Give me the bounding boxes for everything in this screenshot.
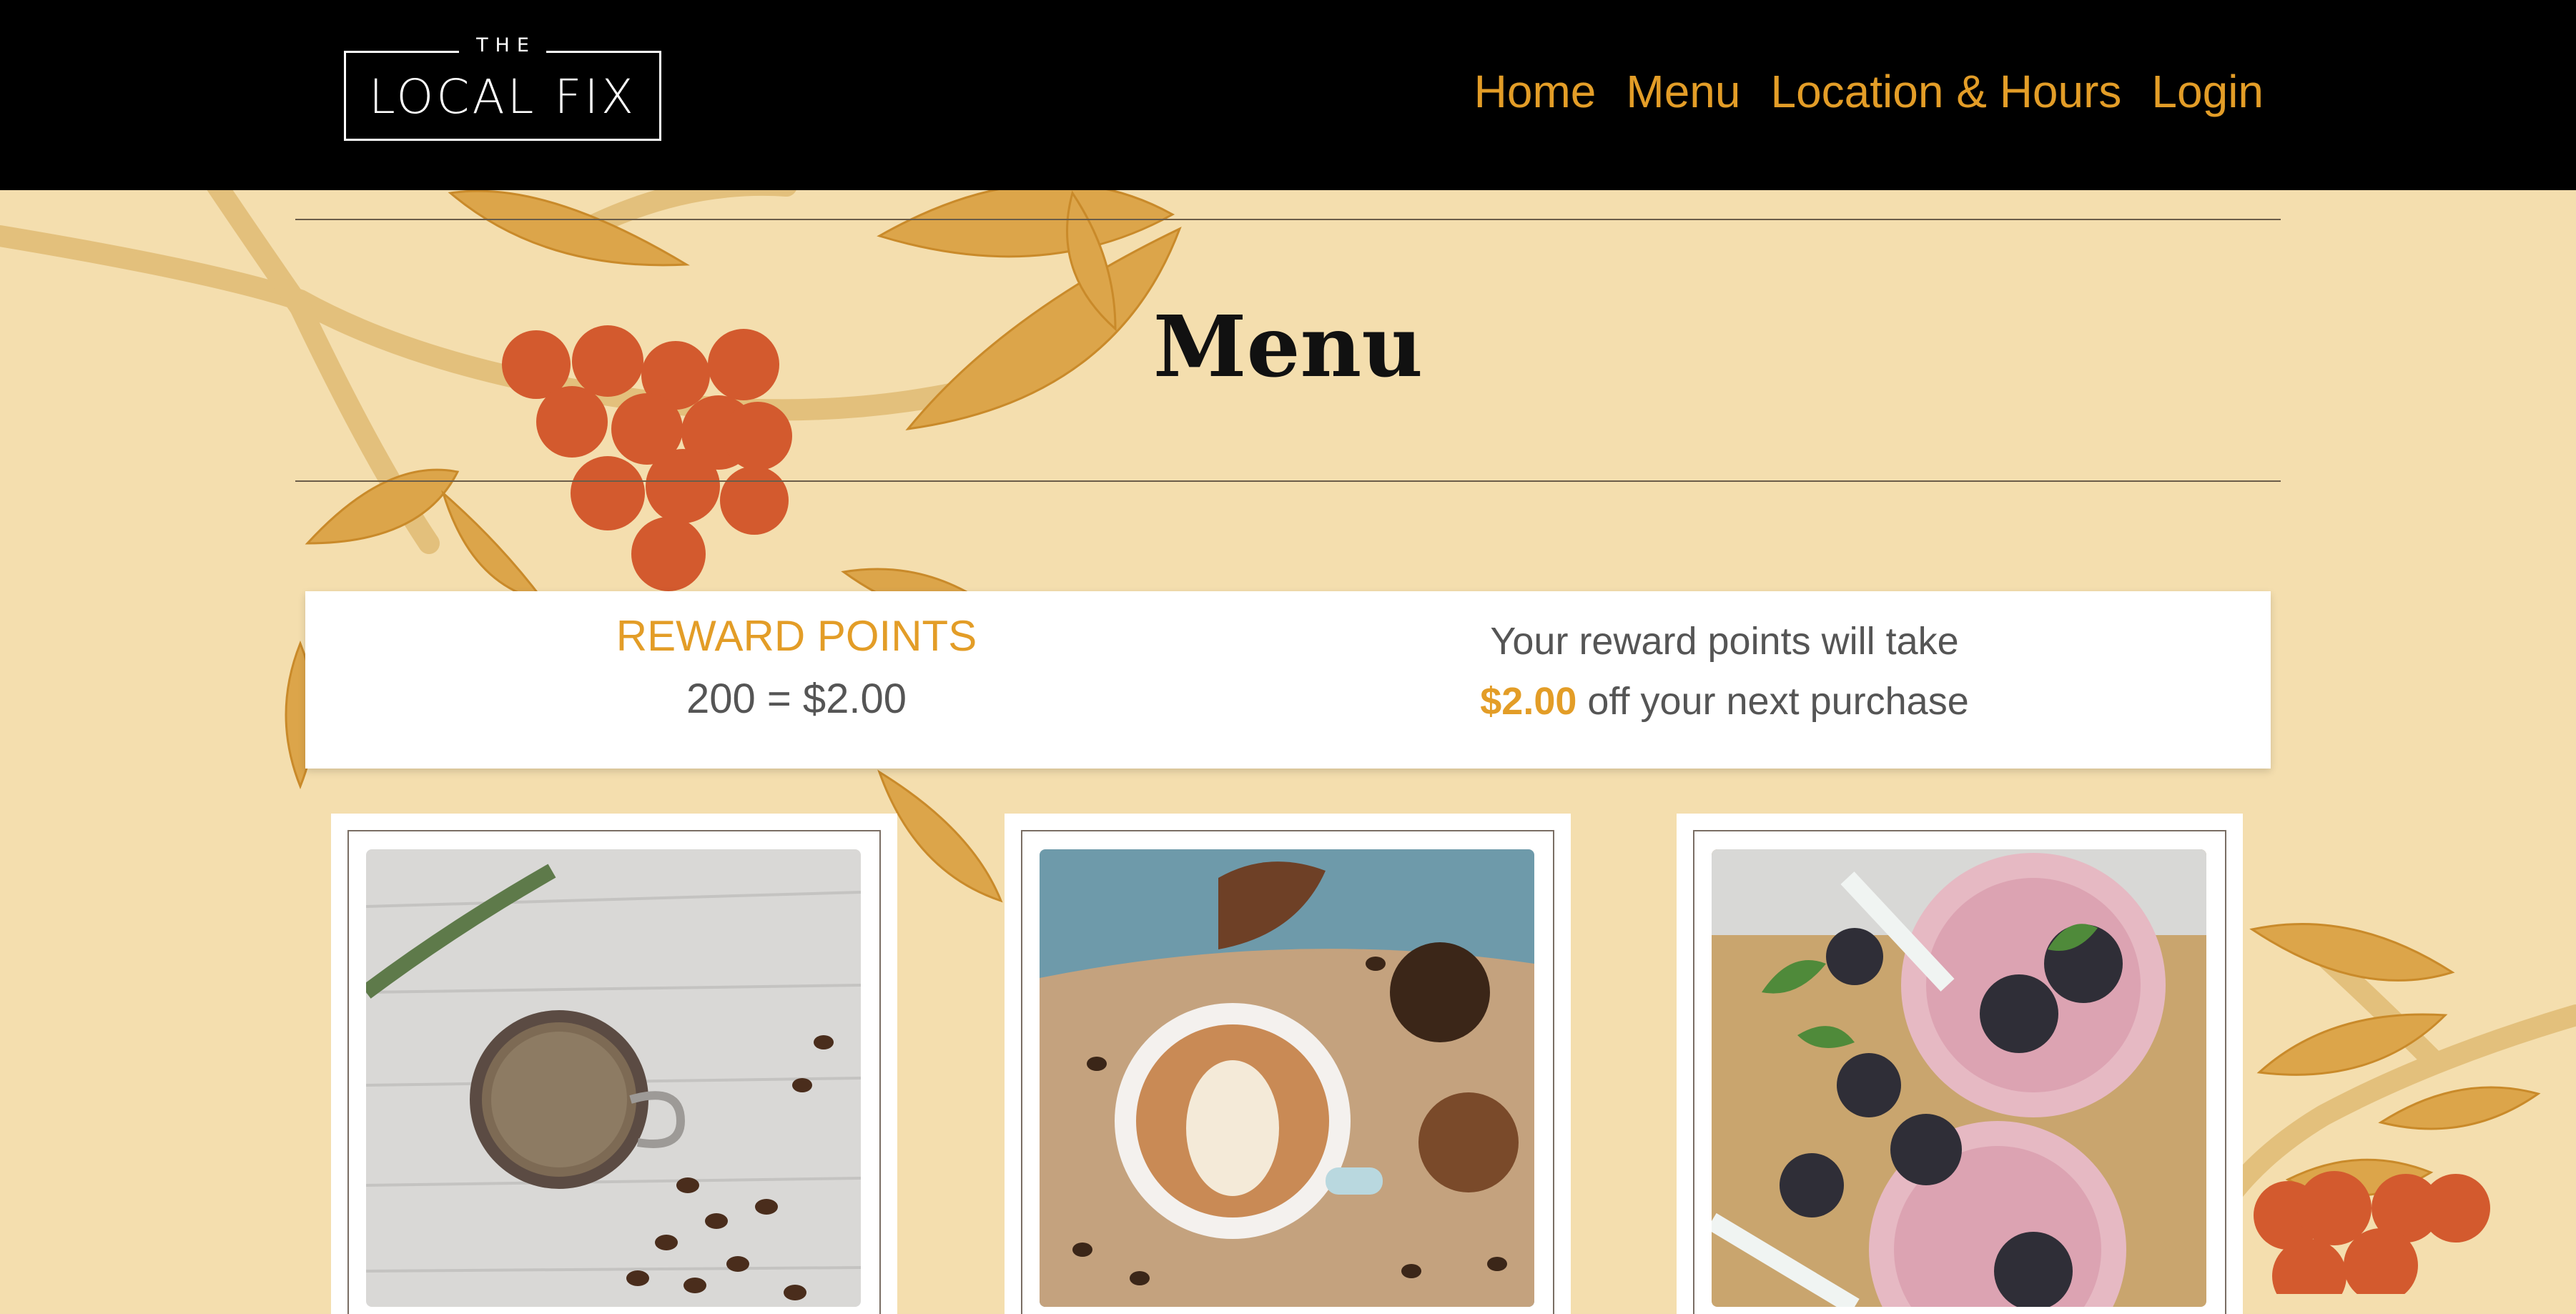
title-top-divider (295, 219, 2281, 220)
title-bottom-divider (295, 480, 2281, 482)
logo-small-text: THE (459, 34, 546, 56)
latte-art-photo[interactable] (1040, 849, 1534, 1307)
berry-smoothie-photo[interactable] (1712, 849, 2206, 1307)
nav-menu-link[interactable]: Menu (1626, 63, 1740, 120)
nav-login-link[interactable]: Login (2151, 63, 2264, 120)
page-title: Menu (1153, 297, 1423, 396)
menu-item-card[interactable] (1005, 814, 1571, 1314)
main-nav: Home Menu Location & Hours Login (1474, 63, 2264, 120)
site-header: THE LOCAL FIX Home Menu Location & Hours… (0, 0, 2576, 190)
reward-points-value: 200 = $2.00 (686, 676, 907, 722)
menu-item-card[interactable] (331, 814, 897, 1314)
reward-message-line1: Your reward points will take (1490, 620, 1959, 663)
reward-points-card: REWARD POINTS 200 = $2.00 Your reward po… (305, 591, 2271, 769)
menu-item-card[interactable] (1677, 814, 2243, 1314)
reward-points-title: REWARD POINTS (616, 612, 977, 660)
site-logo[interactable]: THE LOCAL FIX (344, 34, 661, 141)
reward-message-rest: off your next purchase (1576, 680, 1969, 723)
reward-message-line2: $2.00 off your next purchase (1288, 671, 2161, 731)
nav-home-link[interactable]: Home (1474, 63, 1597, 120)
reward-discount-amount: $2.00 (1480, 680, 1577, 723)
logo-main-text: LOCAL FIX (369, 69, 636, 124)
espresso-cup-photo[interactable] (366, 849, 861, 1307)
nav-location-hours-link[interactable]: Location & Hours (1770, 63, 2121, 120)
